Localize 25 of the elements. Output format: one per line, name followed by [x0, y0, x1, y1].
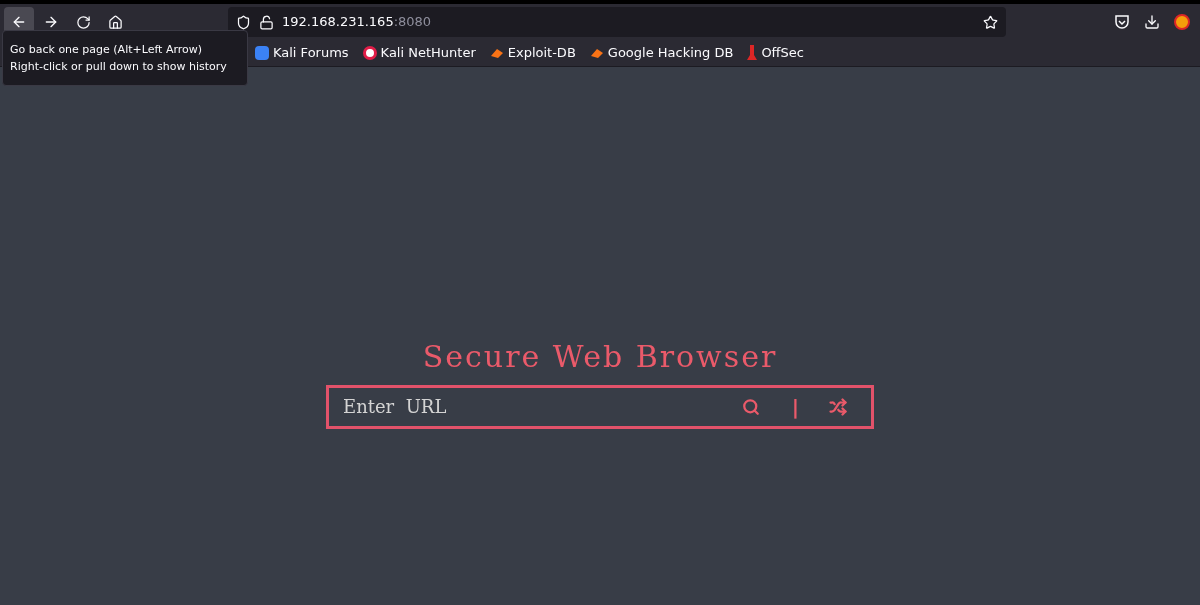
search-icon[interactable]: [741, 397, 760, 416]
bookmark-link[interactable]: Kali NetHunter: [362, 43, 476, 63]
forward-arrow-icon: [43, 14, 59, 30]
bookmark-link[interactable]: Exploit-DB: [489, 43, 576, 63]
insecure-lock-icon: [259, 14, 274, 30]
address-bar[interactable]: 192.168.231.165:8080: [228, 7, 1006, 37]
bookmark-link[interactable]: OffSec: [747, 43, 804, 63]
url-text: 192.168.231.165:8080: [282, 13, 432, 32]
bookmark-favicon-icon: [747, 45, 758, 61]
reload-icon: [75, 14, 91, 30]
tooltip-text: Right-click or pull down to show history: [10, 59, 228, 75]
download-icon[interactable]: [1144, 14, 1160, 30]
home-icon: [107, 14, 123, 30]
pocket-icon[interactable]: [1114, 14, 1130, 30]
bookmark-favicon-icon: [255, 46, 269, 60]
bookmark-favicon-icon: [362, 46, 377, 60]
shield-icon: [236, 14, 251, 30]
shuffle-icon[interactable]: [829, 397, 847, 416]
separator-text: |: [791, 393, 799, 421]
page-title: Secure Web Browser: [422, 337, 778, 376]
bookmark-link[interactable]: Kali Forums: [255, 43, 349, 63]
tooltip-text: Go back one page (Alt+Left Arrow): [10, 42, 204, 58]
url-input[interactable]: Enter URL: [343, 393, 742, 420]
bookmark-star-icon[interactable]: [983, 14, 998, 30]
bookmark-link[interactable]: Google Hacking DB: [589, 43, 734, 63]
